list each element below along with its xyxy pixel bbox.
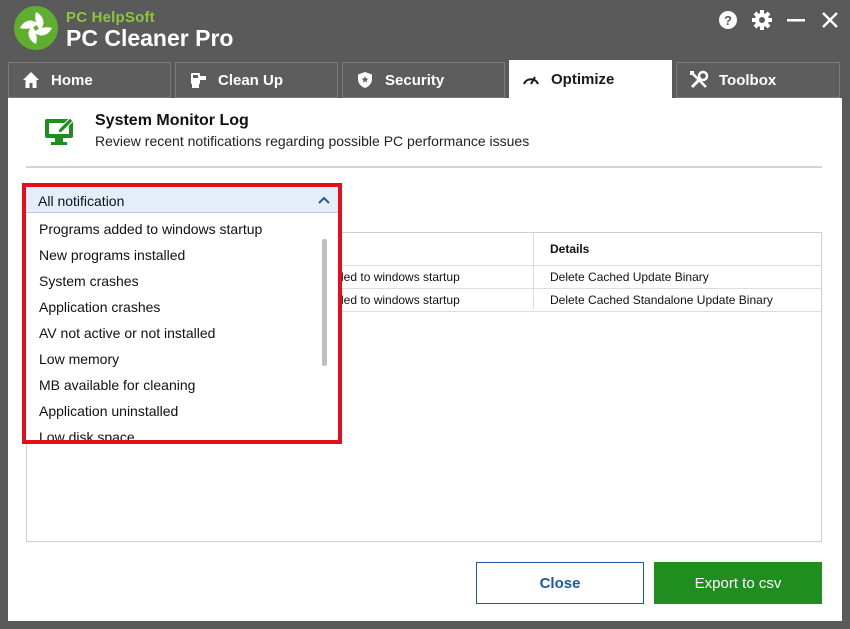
title-bar: PC HelpSoft PC Cleaner Pro ? <box>0 0 850 60</box>
help-icon[interactable]: ? <box>716 8 740 32</box>
optimize-panel: System Monitor Log Review recent notific… <box>8 98 842 621</box>
tab-label: Security <box>385 71 445 89</box>
page-title: System Monitor Log <box>95 112 249 129</box>
gear-icon[interactable] <box>750 8 774 32</box>
notification-filter-dropdown[interactable]: All notification Programs added to windo… <box>22 183 342 444</box>
cell-details: Delete Cached Standalone Update Binary <box>550 293 773 307</box>
tab-clean-up[interactable]: Clean Up <box>175 62 338 98</box>
dropdown-option[interactable]: Application uninstalled <box>39 403 178 419</box>
dropdown-option[interactable]: New programs installed <box>39 247 185 263</box>
dropdown-option[interactable]: Low disk space <box>39 429 135 440</box>
tab-toolbox[interactable]: Toolbox <box>676 62 840 98</box>
minimize-icon[interactable] <box>784 8 808 32</box>
cell-notification: ded to windows startup <box>337 293 460 307</box>
cell-notification: ded to windows startup <box>337 270 460 284</box>
monitor-edit-icon <box>44 116 78 151</box>
tab-security[interactable]: Security <box>342 62 505 98</box>
dropdown-scrollbar[interactable] <box>322 239 327 366</box>
home-icon <box>21 70 41 90</box>
column-header-details[interactable]: Details <box>550 242 589 256</box>
dropdown-option[interactable]: Low memory <box>39 351 119 367</box>
shield-icon <box>355 70 375 90</box>
tab-home[interactable]: Home <box>8 62 171 98</box>
header-divider <box>26 166 822 168</box>
cell-details: Delete Cached Update Binary <box>550 270 709 284</box>
dropdown-option[interactable]: AV not active or not installed <box>39 325 215 341</box>
export-csv-button[interactable]: Export to csv <box>654 562 822 604</box>
tab-optimize[interactable]: Optimize <box>509 60 672 98</box>
close-button[interactable]: Close <box>476 562 644 604</box>
main-tabs: Home Clean Up Security Optimize Toolbox <box>0 60 850 98</box>
dropdown-option[interactable]: System crashes <box>39 273 139 289</box>
tab-label: Optimize <box>551 70 615 88</box>
close-icon[interactable] <box>818 8 842 32</box>
tab-label: Toolbox <box>719 71 777 89</box>
dropdown-selected[interactable]: All notification <box>26 187 338 213</box>
speedometer-icon <box>521 69 541 89</box>
dropdown-option[interactable]: MB available for cleaning <box>39 377 195 393</box>
svg-text:?: ? <box>724 13 732 28</box>
dropdown-option[interactable]: Application crashes <box>39 299 160 315</box>
app-logo-icon <box>14 6 58 50</box>
dropdown-option[interactable]: Programs added to windows startup <box>39 221 262 237</box>
page-subtitle: Review recent notifications regarding po… <box>95 133 530 149</box>
tab-label: Clean Up <box>218 71 284 89</box>
app-title: PC Cleaner Pro <box>66 25 234 51</box>
chevron-up-icon[interactable] <box>318 193 330 209</box>
tools-icon <box>689 70 709 90</box>
brand-company: PC HelpSoft <box>66 9 155 26</box>
tab-label: Home <box>51 71 93 89</box>
dropdown-selected-label: All notification <box>38 193 125 209</box>
broom-icon <box>188 70 208 90</box>
